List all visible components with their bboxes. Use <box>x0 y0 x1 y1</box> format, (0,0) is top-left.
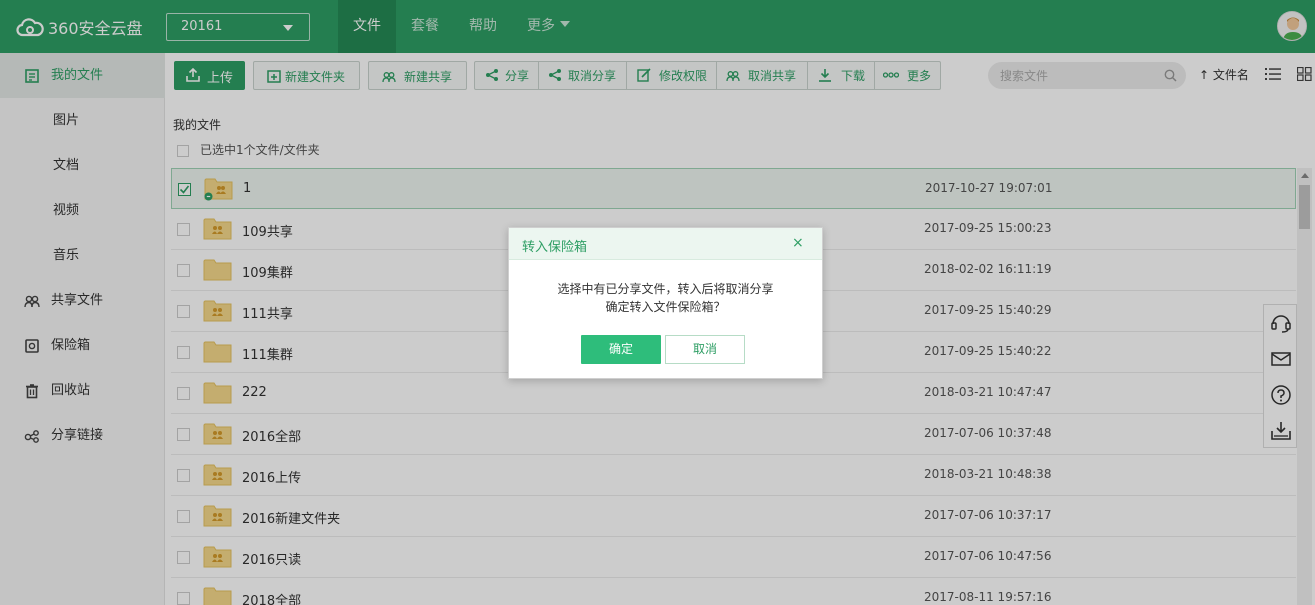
dialog-header: 转入保险箱 × <box>509 228 822 260</box>
close-icon[interactable]: × <box>792 235 804 251</box>
dialog-title: 转入保险箱 <box>522 240 588 255</box>
dialog-message-line1: 选择中有已分享文件，转入后将取消分享 <box>557 282 774 296</box>
move-to-safe-dialog: 转入保险箱 × 选择中有已分享文件，转入后将取消分享 确定转入文件保险箱？ 确定… <box>508 227 823 379</box>
confirm-button[interactable]: 确定 <box>581 335 661 364</box>
cancel-button[interactable]: 取消 <box>665 335 745 364</box>
dialog-message-line2: 确定转入文件保险箱？ <box>605 300 726 314</box>
